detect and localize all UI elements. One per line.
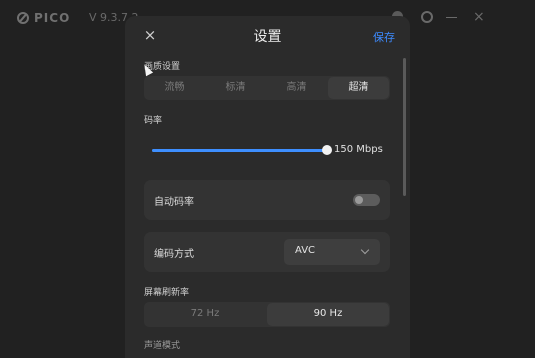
logo-text: PICO [34, 11, 71, 25]
bitrate-value: 150 Mbps [334, 144, 383, 155]
quality-segmented-control: 流畅 标清 高清 超清 [144, 76, 390, 100]
settings-dialog: × 设置 保存 画质设置 流畅 标清 高清 超清 码率 150 Mbps 自动码… [125, 16, 410, 358]
encoding-row: 编码方式 AVC [144, 232, 390, 272]
refresh-rate-label: 屏幕刷新率 [144, 288, 190, 298]
app-logo: PICO [17, 11, 70, 25]
pico-logo-icon [17, 12, 29, 24]
refresh-rate-segmented-control: 72 Hz 90 Hz [144, 302, 390, 327]
auto-bitrate-row: 自动码率 [144, 180, 390, 220]
app-window: PICO V 9.3.7.2 × × 设置 保存 画质设置 流畅 标清 高清 超… [0, 0, 535, 358]
bitrate-slider[interactable] [152, 144, 332, 156]
refresh-option-90[interactable]: 90 Hz [267, 303, 389, 326]
quality-option-uhd[interactable]: 超清 [328, 77, 389, 99]
minimize-icon[interactable] [445, 10, 459, 24]
encoding-label: 编码方式 [154, 249, 194, 260]
encoding-select-value: AVC [295, 245, 316, 256]
quality-option-sd[interactable]: 标清 [205, 76, 266, 100]
encoding-select[interactable]: AVC [284, 239, 380, 265]
dialog-title: 设置 [253, 29, 282, 45]
auto-bitrate-toggle[interactable] [353, 194, 380, 206]
next-section-label: 声道模式 [144, 341, 181, 351]
slider-fill [152, 149, 327, 152]
bitrate-label: 码率 [144, 116, 163, 126]
slider-thumb[interactable] [322, 145, 332, 155]
window-close-icon[interactable]: × [473, 10, 487, 24]
refresh-option-72[interactable]: 72 Hz [144, 302, 266, 327]
quality-option-hd[interactable]: 高清 [266, 76, 327, 100]
gear-icon[interactable] [420, 10, 434, 24]
quality-option-smooth[interactable]: 流畅 [144, 76, 205, 100]
save-button[interactable]: 保存 [373, 29, 395, 45]
auto-bitrate-label: 自动码率 [154, 197, 194, 208]
chevron-down-icon [360, 245, 370, 255]
scrollbar[interactable] [403, 58, 406, 196]
